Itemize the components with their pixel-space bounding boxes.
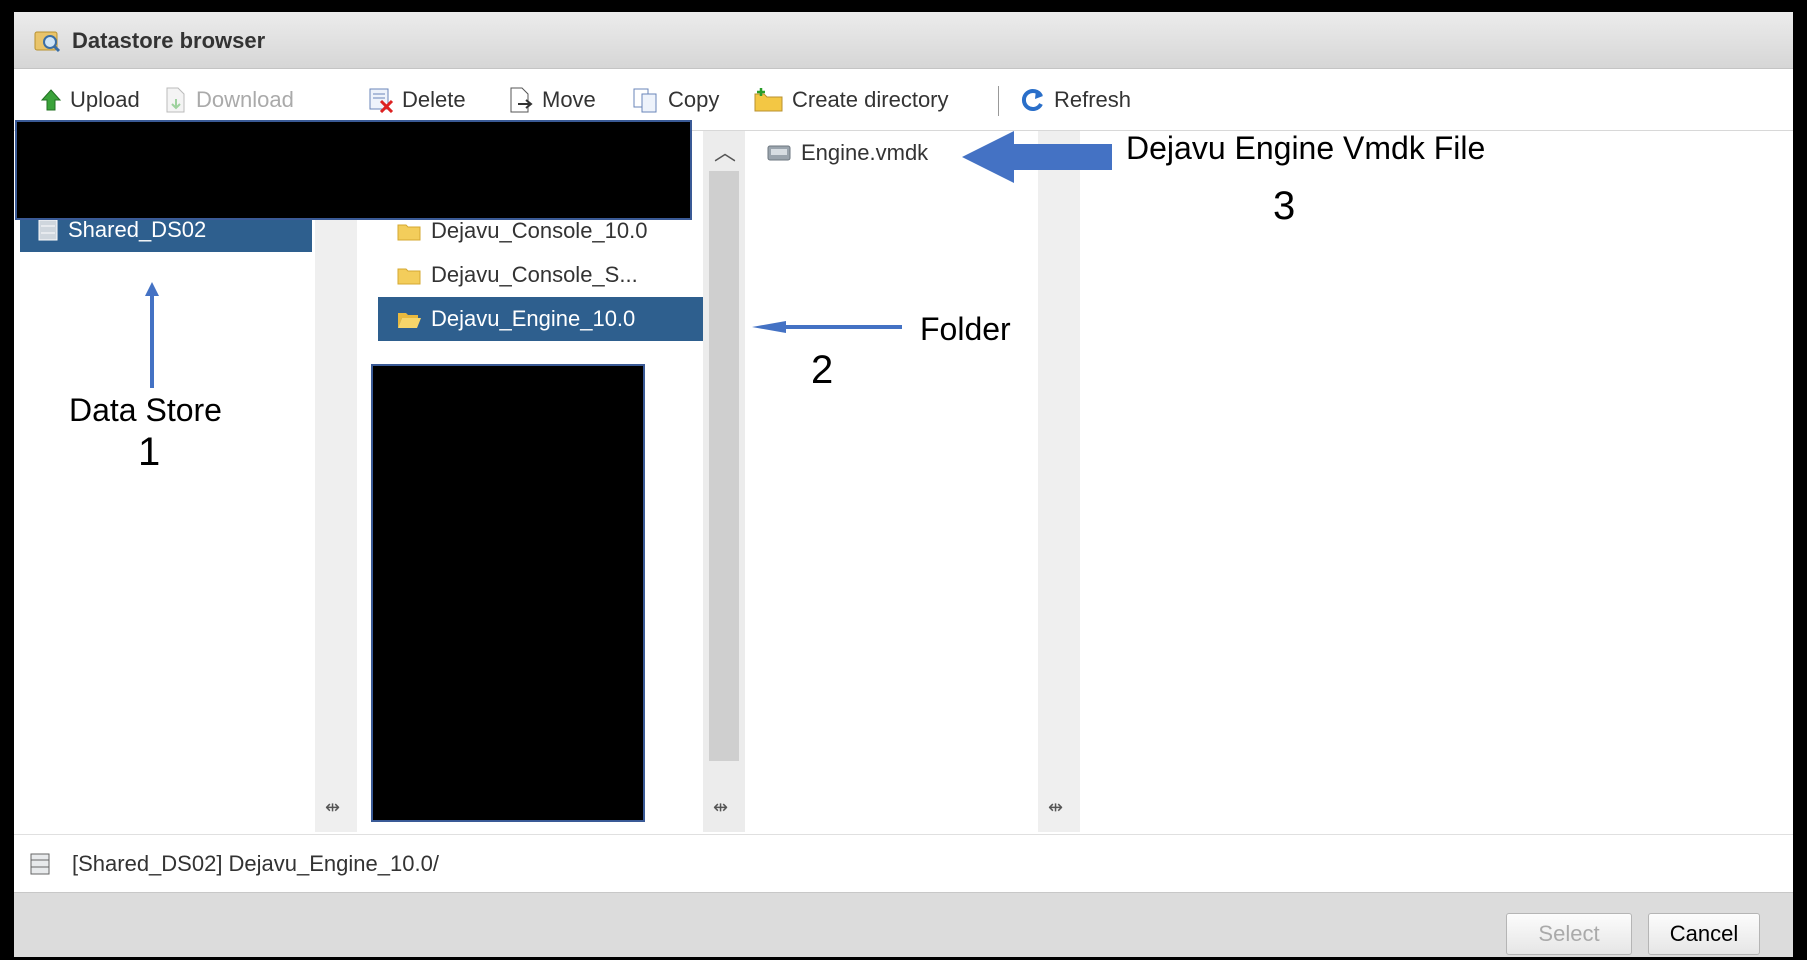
dialog-footer: Select Cancel [14,892,1793,957]
datastore-icon [30,853,50,875]
datastore-arrow [145,282,159,388]
annotation-file-label: Dejavu Engine Vmdk File [1126,130,1486,166]
annotation-datastore-label: Data Store [69,392,222,428]
file-arrow [962,131,1112,183]
annotation-file-number: 3 [1273,184,1296,228]
annotation-folder-number: 2 [811,348,834,392]
folder-arrow [752,321,902,333]
annotation-folder-label: Folder [920,311,1011,347]
cancel-button[interactable]: Cancel [1648,913,1760,955]
status-bar: [Shared_DS02] Dejavu_Engine_10.0/ [14,834,1793,891]
annotation-datastore-number: 1 [138,430,161,474]
current-path: [Shared_DS02] Dejavu_Engine_10.0/ [72,851,439,876]
datastore-browser-window: Datastore browser Upload Download Delete… [14,12,1793,957]
select-button[interactable]: Select [1506,913,1632,955]
annotation-arrows [145,131,1112,388]
